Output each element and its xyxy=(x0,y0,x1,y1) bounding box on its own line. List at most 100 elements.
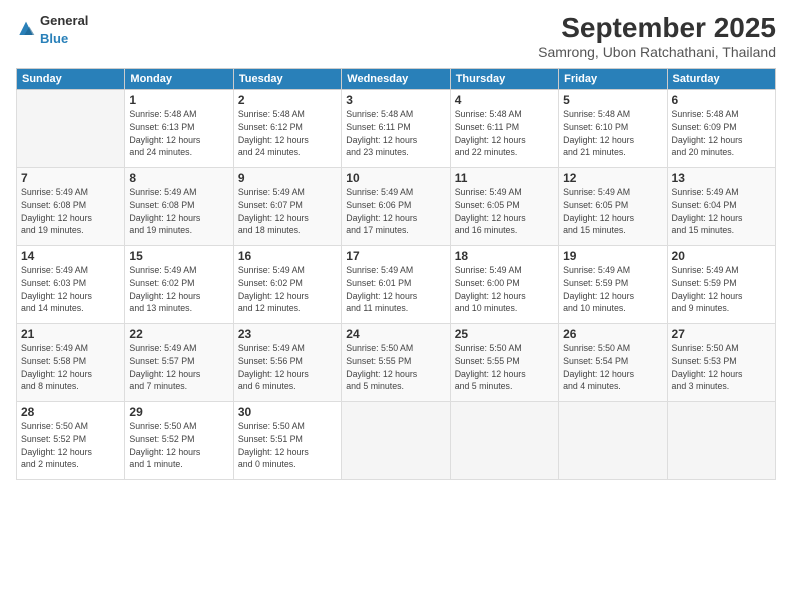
calendar-cell: 23Sunrise: 5:49 AM Sunset: 5:56 PM Dayli… xyxy=(233,324,341,402)
calendar-cell: 16Sunrise: 5:49 AM Sunset: 6:02 PM Dayli… xyxy=(233,246,341,324)
calendar-cell: 1Sunrise: 5:48 AM Sunset: 6:13 PM Daylig… xyxy=(125,90,233,168)
day-number: 8 xyxy=(129,171,228,185)
day-number: 30 xyxy=(238,405,337,419)
calendar-cell: 21Sunrise: 5:49 AM Sunset: 5:58 PM Dayli… xyxy=(17,324,125,402)
logo-general: General xyxy=(40,13,88,28)
calendar-cell xyxy=(559,402,667,480)
calendar-cell: 13Sunrise: 5:49 AM Sunset: 6:04 PM Dayli… xyxy=(667,168,775,246)
subtitle: Samrong, Ubon Ratchathani, Thailand xyxy=(538,44,776,60)
calendar-cell: 22Sunrise: 5:49 AM Sunset: 5:57 PM Dayli… xyxy=(125,324,233,402)
day-number: 10 xyxy=(346,171,445,185)
logo-icon xyxy=(16,20,36,40)
calendar-cell: 8Sunrise: 5:49 AM Sunset: 6:08 PM Daylig… xyxy=(125,168,233,246)
calendar-cell: 3Sunrise: 5:48 AM Sunset: 6:11 PM Daylig… xyxy=(342,90,450,168)
day-info: Sunrise: 5:50 AM Sunset: 5:53 PM Dayligh… xyxy=(672,342,771,393)
calendar-cell: 19Sunrise: 5:49 AM Sunset: 5:59 PM Dayli… xyxy=(559,246,667,324)
calendar-cell: 2Sunrise: 5:48 AM Sunset: 6:12 PM Daylig… xyxy=(233,90,341,168)
day-info: Sunrise: 5:49 AM Sunset: 5:59 PM Dayligh… xyxy=(672,264,771,315)
week-row-3: 14Sunrise: 5:49 AM Sunset: 6:03 PM Dayli… xyxy=(17,246,776,324)
calendar-cell: 30Sunrise: 5:50 AM Sunset: 5:51 PM Dayli… xyxy=(233,402,341,480)
day-number: 18 xyxy=(455,249,554,263)
calendar-cell: 27Sunrise: 5:50 AM Sunset: 5:53 PM Dayli… xyxy=(667,324,775,402)
day-number: 6 xyxy=(672,93,771,107)
day-info: Sunrise: 5:48 AM Sunset: 6:11 PM Dayligh… xyxy=(455,108,554,159)
day-info: Sunrise: 5:49 AM Sunset: 6:04 PM Dayligh… xyxy=(672,186,771,237)
day-number: 25 xyxy=(455,327,554,341)
day-number: 29 xyxy=(129,405,228,419)
calendar-cell: 25Sunrise: 5:50 AM Sunset: 5:55 PM Dayli… xyxy=(450,324,558,402)
day-number: 23 xyxy=(238,327,337,341)
calendar-cell: 7Sunrise: 5:49 AM Sunset: 6:08 PM Daylig… xyxy=(17,168,125,246)
day-number: 1 xyxy=(129,93,228,107)
calendar-cell xyxy=(17,90,125,168)
day-info: Sunrise: 5:49 AM Sunset: 6:08 PM Dayligh… xyxy=(129,186,228,237)
weekday-header-saturday: Saturday xyxy=(667,69,775,90)
day-info: Sunrise: 5:48 AM Sunset: 6:10 PM Dayligh… xyxy=(563,108,662,159)
calendar-container: General Blue September 2025 Samrong, Ubo… xyxy=(0,0,792,488)
day-number: 4 xyxy=(455,93,554,107)
day-info: Sunrise: 5:48 AM Sunset: 6:09 PM Dayligh… xyxy=(672,108,771,159)
day-info: Sunrise: 5:49 AM Sunset: 6:08 PM Dayligh… xyxy=(21,186,120,237)
calendar-cell: 24Sunrise: 5:50 AM Sunset: 5:55 PM Dayli… xyxy=(342,324,450,402)
day-number: 9 xyxy=(238,171,337,185)
weekday-header-monday: Monday xyxy=(125,69,233,90)
day-info: Sunrise: 5:50 AM Sunset: 5:51 PM Dayligh… xyxy=(238,420,337,471)
week-row-5: 28Sunrise: 5:50 AM Sunset: 5:52 PM Dayli… xyxy=(17,402,776,480)
calendar-cell: 11Sunrise: 5:49 AM Sunset: 6:05 PM Dayli… xyxy=(450,168,558,246)
day-info: Sunrise: 5:48 AM Sunset: 6:13 PM Dayligh… xyxy=(129,108,228,159)
calendar-cell: 9Sunrise: 5:49 AM Sunset: 6:07 PM Daylig… xyxy=(233,168,341,246)
calendar-cell: 17Sunrise: 5:49 AM Sunset: 6:01 PM Dayli… xyxy=(342,246,450,324)
day-number: 2 xyxy=(238,93,337,107)
calendar-cell xyxy=(342,402,450,480)
day-info: Sunrise: 5:49 AM Sunset: 6:05 PM Dayligh… xyxy=(563,186,662,237)
logo-text: General Blue xyxy=(40,12,88,48)
weekday-header-thursday: Thursday xyxy=(450,69,558,90)
day-info: Sunrise: 5:49 AM Sunset: 6:05 PM Dayligh… xyxy=(455,186,554,237)
day-info: Sunrise: 5:48 AM Sunset: 6:11 PM Dayligh… xyxy=(346,108,445,159)
day-number: 14 xyxy=(21,249,120,263)
day-info: Sunrise: 5:49 AM Sunset: 6:01 PM Dayligh… xyxy=(346,264,445,315)
week-row-2: 7Sunrise: 5:49 AM Sunset: 6:08 PM Daylig… xyxy=(17,168,776,246)
day-number: 28 xyxy=(21,405,120,419)
day-number: 17 xyxy=(346,249,445,263)
weekday-header-tuesday: Tuesday xyxy=(233,69,341,90)
calendar-cell: 26Sunrise: 5:50 AM Sunset: 5:54 PM Dayli… xyxy=(559,324,667,402)
day-number: 19 xyxy=(563,249,662,263)
day-number: 3 xyxy=(346,93,445,107)
calendar-cell: 29Sunrise: 5:50 AM Sunset: 5:52 PM Dayli… xyxy=(125,402,233,480)
day-number: 16 xyxy=(238,249,337,263)
day-number: 7 xyxy=(21,171,120,185)
week-row-1: 1Sunrise: 5:48 AM Sunset: 6:13 PM Daylig… xyxy=(17,90,776,168)
day-info: Sunrise: 5:50 AM Sunset: 5:55 PM Dayligh… xyxy=(346,342,445,393)
calendar-cell: 28Sunrise: 5:50 AM Sunset: 5:52 PM Dayli… xyxy=(17,402,125,480)
day-info: Sunrise: 5:50 AM Sunset: 5:55 PM Dayligh… xyxy=(455,342,554,393)
day-info: Sunrise: 5:49 AM Sunset: 6:00 PM Dayligh… xyxy=(455,264,554,315)
day-info: Sunrise: 5:49 AM Sunset: 5:58 PM Dayligh… xyxy=(21,342,120,393)
day-info: Sunrise: 5:50 AM Sunset: 5:52 PM Dayligh… xyxy=(129,420,228,471)
day-info: Sunrise: 5:49 AM Sunset: 6:06 PM Dayligh… xyxy=(346,186,445,237)
week-row-4: 21Sunrise: 5:49 AM Sunset: 5:58 PM Dayli… xyxy=(17,324,776,402)
weekday-header-friday: Friday xyxy=(559,69,667,90)
month-title: September 2025 xyxy=(538,12,776,44)
day-info: Sunrise: 5:49 AM Sunset: 5:59 PM Dayligh… xyxy=(563,264,662,315)
day-number: 15 xyxy=(129,249,228,263)
weekday-header-wednesday: Wednesday xyxy=(342,69,450,90)
day-info: Sunrise: 5:49 AM Sunset: 6:07 PM Dayligh… xyxy=(238,186,337,237)
day-info: Sunrise: 5:49 AM Sunset: 6:02 PM Dayligh… xyxy=(129,264,228,315)
day-info: Sunrise: 5:49 AM Sunset: 6:02 PM Dayligh… xyxy=(238,264,337,315)
logo-blue: Blue xyxy=(40,31,68,46)
day-number: 24 xyxy=(346,327,445,341)
day-number: 5 xyxy=(563,93,662,107)
day-info: Sunrise: 5:49 AM Sunset: 5:57 PM Dayligh… xyxy=(129,342,228,393)
calendar-cell: 6Sunrise: 5:48 AM Sunset: 6:09 PM Daylig… xyxy=(667,90,775,168)
calendar-cell xyxy=(450,402,558,480)
day-number: 22 xyxy=(129,327,228,341)
day-number: 20 xyxy=(672,249,771,263)
day-info: Sunrise: 5:50 AM Sunset: 5:52 PM Dayligh… xyxy=(21,420,120,471)
day-info: Sunrise: 5:49 AM Sunset: 6:03 PM Dayligh… xyxy=(21,264,120,315)
calendar-cell: 20Sunrise: 5:49 AM Sunset: 5:59 PM Dayli… xyxy=(667,246,775,324)
day-info: Sunrise: 5:50 AM Sunset: 5:54 PM Dayligh… xyxy=(563,342,662,393)
calendar-cell: 10Sunrise: 5:49 AM Sunset: 6:06 PM Dayli… xyxy=(342,168,450,246)
title-block: September 2025 Samrong, Ubon Ratchathani… xyxy=(538,12,776,60)
day-info: Sunrise: 5:49 AM Sunset: 5:56 PM Dayligh… xyxy=(238,342,337,393)
